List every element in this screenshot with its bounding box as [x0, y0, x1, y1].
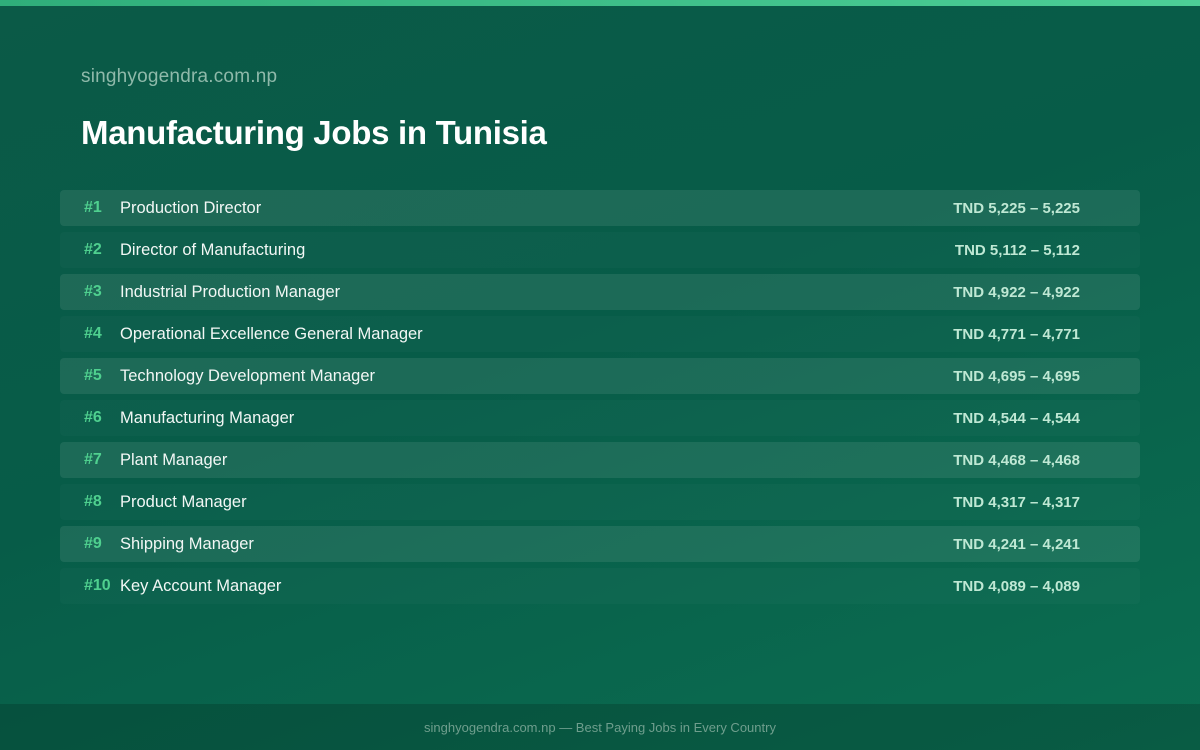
job-rank: #2: [84, 241, 102, 258]
job-list: #1 Production Director TND 5,225 – 5,225…: [60, 190, 1140, 610]
job-rank: #9: [84, 535, 102, 552]
job-salary: TND 4,089 – 4,089: [953, 577, 1080, 595]
top-accent-bar: [0, 0, 1200, 6]
job-salary: TND 4,771 – 4,771: [953, 325, 1080, 343]
job-salary: TND 4,922 – 4,922: [953, 283, 1080, 301]
job-salary: TND 4,544 – 4,544: [953, 409, 1080, 427]
job-rank: #10: [84, 577, 111, 594]
job-row: #4 Operational Excellence General Manage…: [60, 316, 1140, 352]
job-rank: #8: [84, 493, 102, 510]
job-row: #6 Manufacturing Manager TND 4,544 – 4,5…: [60, 400, 1140, 436]
job-row: #1 Production Director TND 5,225 – 5,225: [60, 190, 1140, 226]
job-salary: TND 4,468 – 4,468: [953, 451, 1080, 469]
page-title: Manufacturing Jobs in Tunisia: [81, 114, 547, 151]
job-title: Shipping Manager: [120, 534, 254, 553]
footer: singhyogendra.com.np — Best Paying Jobs …: [0, 704, 1200, 750]
job-title: Product Manager: [120, 492, 247, 511]
job-rank: #3: [84, 283, 102, 300]
job-title: Operational Excellence General Manager: [120, 324, 423, 343]
job-rank: #6: [84, 409, 102, 426]
job-salary: TND 4,695 – 4,695: [953, 367, 1080, 385]
job-row: #3 Industrial Production Manager TND 4,9…: [60, 274, 1140, 310]
job-title: Director of Manufacturing: [120, 240, 306, 259]
job-rank: #5: [84, 367, 102, 384]
job-title: Manufacturing Manager: [120, 408, 295, 427]
job-row: #8 Product Manager TND 4,317 – 4,317: [60, 484, 1140, 520]
job-salary: TND 5,225 – 5,225: [953, 199, 1080, 217]
job-salary: TND 4,241 – 4,241: [953, 535, 1080, 553]
job-title: Industrial Production Manager: [120, 282, 341, 301]
job-rank: #1: [84, 199, 102, 216]
job-title: Plant Manager: [120, 450, 228, 469]
job-rank: #4: [84, 325, 102, 342]
job-title: Key Account Manager: [120, 576, 282, 595]
job-row: #10 Key Account Manager TND 4,089 – 4,08…: [60, 568, 1140, 604]
job-salary: TND 5,112 – 5,112: [954, 241, 1080, 259]
job-row: #5 Technology Development Manager TND 4,…: [60, 358, 1140, 394]
footer-text: singhyogendra.com.np — Best Paying Jobs …: [424, 719, 776, 735]
job-rank: #7: [84, 451, 102, 468]
job-title: Technology Development Manager: [120, 366, 375, 385]
job-row: #7 Plant Manager TND 4,468 – 4,468: [60, 442, 1140, 478]
job-salary: TND 4,317 – 4,317: [953, 493, 1080, 511]
job-row: #9 Shipping Manager TND 4,241 – 4,241: [60, 526, 1140, 562]
job-title: Production Director: [120, 198, 262, 217]
site-label: singhyogendra.com.np: [81, 66, 278, 87]
job-row: #2 Director of Manufacturing TND 5,112 –…: [60, 232, 1140, 268]
